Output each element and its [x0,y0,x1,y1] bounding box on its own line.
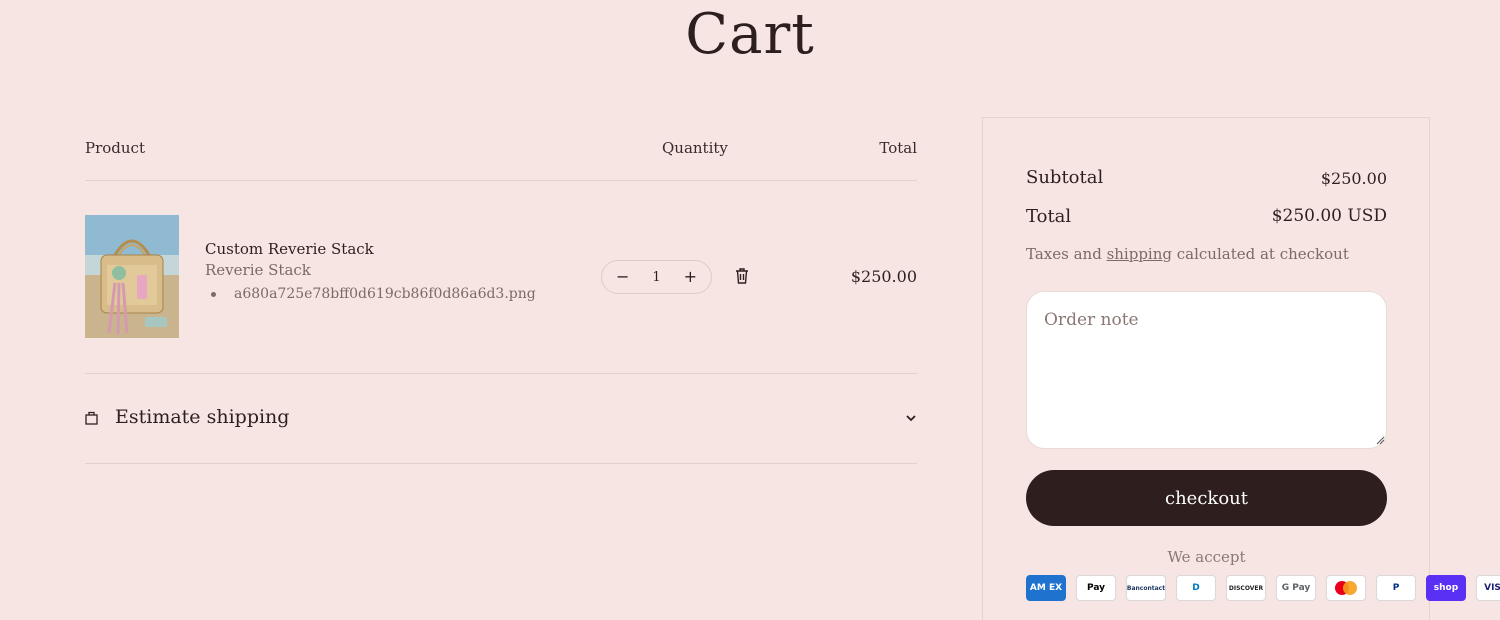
payment-label: Bancontact [1126,584,1166,592]
we-accept-label: We accept [1167,548,1246,566]
item-property-value: a680a725e78bff0d619cb86f0d86a6d3.png [234,286,536,302]
header-divider [85,180,917,181]
resize-handle-icon[interactable] [1376,436,1385,445]
payment-label: DISCOVER [1228,584,1264,592]
payment-label: P [1392,583,1400,593]
payment-label: G Pay [1281,583,1311,593]
column-header-quantity: Quantity [662,139,728,157]
payment-label: D [1192,583,1200,593]
google-pay-icon: G Pay [1276,575,1316,601]
bullet-icon [211,291,216,297]
paypal-icon: P [1376,575,1416,601]
order-note-field[interactable] [1026,291,1387,449]
handbag-photo-icon [85,215,179,338]
remove-item-icon[interactable] [735,268,749,284]
apple-pay-icon: Pay [1076,575,1116,601]
column-header-total: Total [879,139,917,157]
subtotal-value: $250.00 [1320,169,1387,188]
payment-methods: AM EX Pay Bancontact D DISCOVER G Pay Pshop VIS… [1026,575,1500,601]
product-image[interactable] [85,215,179,338]
estimate-shipping-toggle[interactable]: Estimate shipping [85,374,917,463]
mastercard-icon [1326,575,1366,601]
cart-item-details: Custom Reverie Stack Reverie Stack a680a… [205,240,536,302]
order-summary: Subtotal $250.00 Total $250.00 USD Taxes… [982,117,1430,620]
estimate-shipping-label: Estimate shipping [115,406,290,428]
subtotal-row: Subtotal $250.00 [1026,167,1387,188]
package-icon [85,411,98,425]
diners-club-icon: D [1176,575,1216,601]
shop-pay-icon: shop [1426,575,1466,601]
total-label: Total [1026,206,1072,227]
visa-icon: VISA [1476,575,1500,601]
total-value: $250.00 USD [1271,206,1387,226]
quantity-input[interactable]: 1 [652,270,660,285]
amex-icon: AM EX [1026,575,1066,601]
discover-icon: DISCOVER [1226,575,1266,601]
subtotal-label: Subtotal [1026,167,1104,188]
item-property: a680a725e78bff0d619cb86f0d86a6d3.png [205,286,536,302]
decrease-quantity-button[interactable]: − [616,269,629,285]
total-row: Total $250.00 USD [1026,206,1387,227]
page-title: Cart [685,2,815,67]
tax-note-prefix: Taxes and [1026,245,1107,263]
shipping-policy-link[interactable]: shipping [1107,245,1172,263]
increase-quantity-button[interactable]: + [684,269,697,285]
item-name[interactable]: Custom Reverie Stack [205,240,536,258]
tax-note: Taxes and shipping calculated at checkou… [1026,245,1349,263]
payment-label: shop [1433,583,1459,593]
item-line-total: $250.00 [850,267,917,286]
bancontact-icon: Bancontact [1126,575,1166,601]
tax-note-suffix: calculated at checkout [1171,245,1349,263]
chevron-down-icon [906,415,916,422]
payment-label: VISA [1484,583,1500,593]
payment-label: Pay [1086,583,1106,593]
shipping-divider [85,463,917,464]
payment-label: AM EX [1029,583,1063,593]
column-header-product: Product [85,139,145,157]
checkout-button[interactable]: checkout [1026,470,1387,526]
quantity-stepper: − 1 + [601,260,712,294]
item-variant: Reverie Stack [205,261,311,279]
